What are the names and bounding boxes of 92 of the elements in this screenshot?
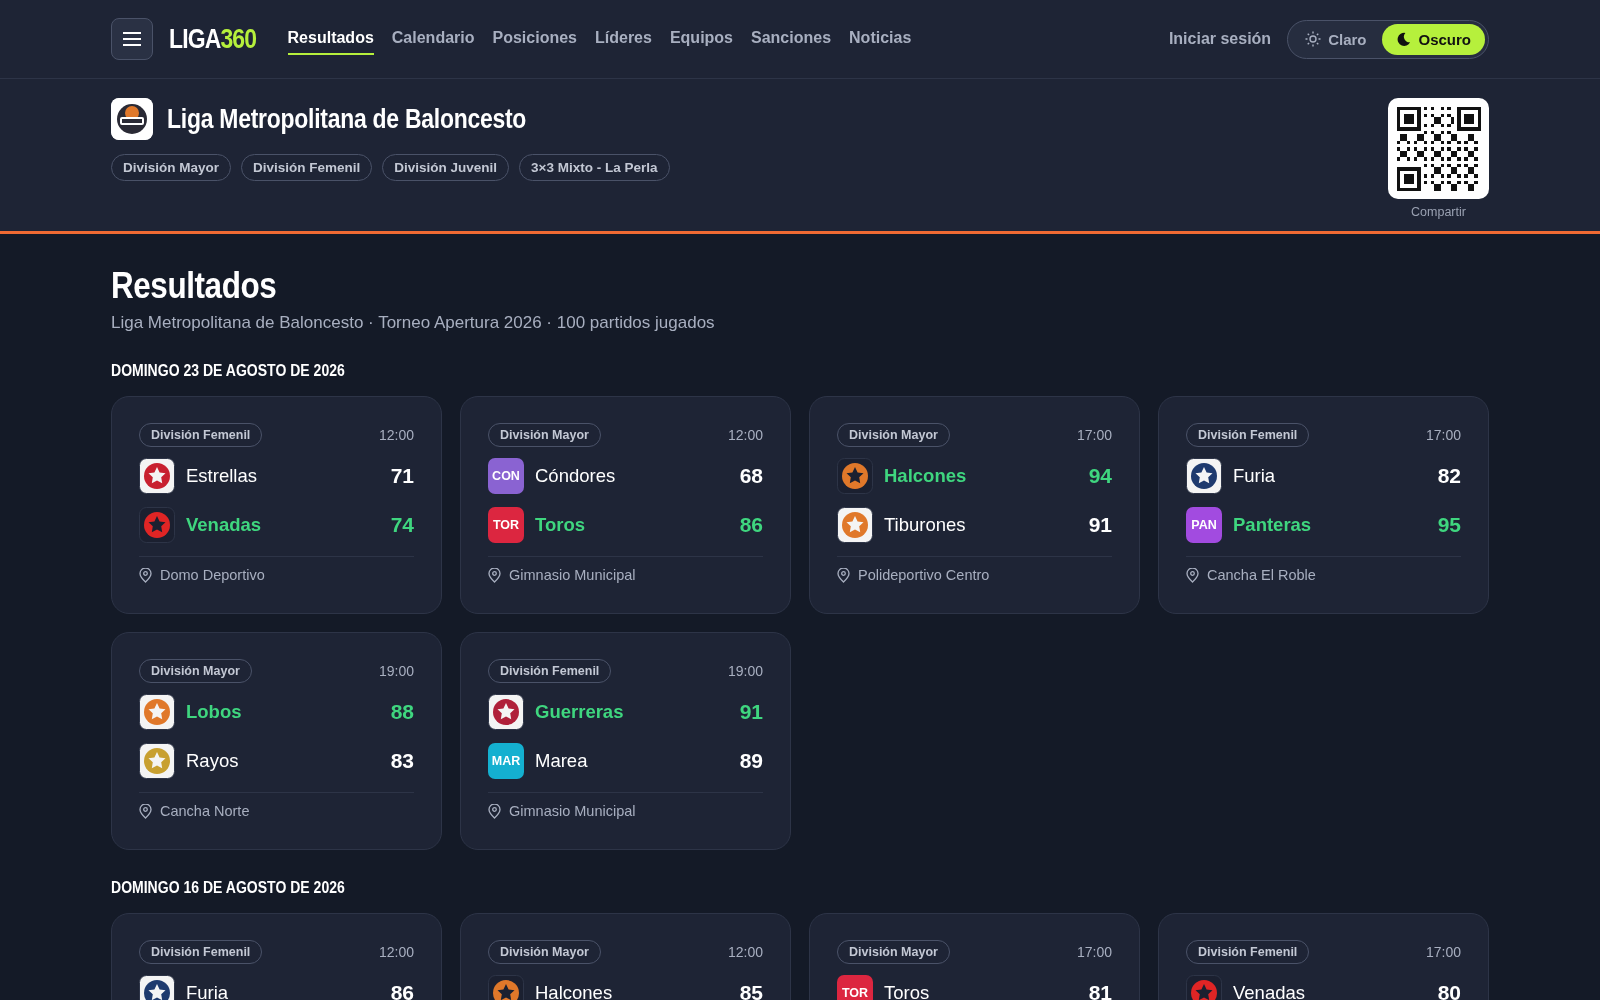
qr-code-icon xyxy=(1396,106,1481,191)
team-score: 89 xyxy=(739,748,763,773)
team-name: Rayos xyxy=(186,749,240,772)
team-name: Furia xyxy=(186,981,230,1000)
team-logo: MAR xyxy=(488,742,524,779)
match-time: 17:00 xyxy=(1076,944,1112,960)
nav-tab[interactable]: Equipos xyxy=(669,23,733,55)
match-time: 17:00 xyxy=(1425,944,1461,960)
sun-icon xyxy=(1305,31,1322,47)
theme-option[interactable]: Oscuro xyxy=(1382,23,1485,55)
match-card[interactable]: División Femenil 12:00 Estrellas 71 Venadas 74 Domo Deportivo xyxy=(111,396,442,614)
team-name: Lobos xyxy=(186,700,243,723)
date-heading: DOMINGO 23 DE AGOSTO DE 2026 xyxy=(111,361,345,380)
location-pin-icon xyxy=(139,567,152,583)
nav-tab[interactable]: Líderes xyxy=(595,23,652,55)
match-time: 17:00 xyxy=(1076,427,1112,443)
location-pin-icon xyxy=(837,567,850,583)
page-title: Resultados xyxy=(111,265,278,307)
match-card[interactable]: División Mayor 19:00 Lobos 88 Rayos 83 Cancha Norte xyxy=(111,632,442,850)
team-score: 88 xyxy=(390,699,414,724)
team-name: Venadas xyxy=(1233,981,1306,1000)
date-heading: DOMINGO 16 DE AGOSTO DE 2026 xyxy=(111,878,345,897)
team-score: 85 xyxy=(739,980,763,1000)
team-score: 81 xyxy=(1088,980,1112,1000)
team-score: 82 xyxy=(1437,463,1461,488)
match-card[interactable]: División Mayor 12:00 CON Cóndores 68 TOR Toros 86 Gimnasio Municipal xyxy=(460,396,791,614)
menu-icon xyxy=(123,32,141,46)
venue-label: Gimnasio Municipal xyxy=(509,803,636,819)
venue-label: Polideportivo Centro xyxy=(858,567,990,583)
location-pin-icon xyxy=(488,567,501,583)
nav-tab[interactable]: Noticias xyxy=(849,23,912,55)
match-time: 12:00 xyxy=(727,427,763,443)
match-time: 12:00 xyxy=(378,427,414,443)
location-pin-icon xyxy=(488,803,501,819)
team-score: 80 xyxy=(1437,980,1461,1000)
match-card[interactable]: División Femenil 17:00 Venadas 80 xyxy=(1158,913,1489,1000)
nav-tab[interactable]: Sanciones xyxy=(751,23,832,55)
team-score: 91 xyxy=(739,699,763,724)
nav-tab[interactable]: Calendario xyxy=(391,23,475,55)
nav-tab[interactable]: Posiciones xyxy=(492,23,577,55)
match-time: 19:00 xyxy=(378,663,414,679)
league-logo-icon xyxy=(111,98,153,140)
team-name: Estrellas xyxy=(186,464,258,487)
match-card[interactable]: División Mayor 17:00 Halcones 94 Tiburones 91 Polideportivo Centro xyxy=(809,396,1140,614)
match-time: 17:00 xyxy=(1425,427,1461,443)
moon-icon xyxy=(1396,31,1412,47)
team-score: 91 xyxy=(1088,512,1112,537)
match-card[interactable]: División Femenil 19:00 Guerreras 91 MAR Marea 89 Gimnasio Municipal xyxy=(460,632,791,850)
match-card[interactable]: División Femenil 12:00 Furia 86 xyxy=(111,913,442,1000)
match-time: 12:00 xyxy=(378,944,414,960)
location-pin-icon xyxy=(139,803,152,819)
team-name: Cóndores xyxy=(535,464,617,487)
menu-button[interactable] xyxy=(111,18,153,60)
venue-label: Cancha Norte xyxy=(160,803,250,819)
match-card[interactable]: División Mayor 17:00 TOR Toros 81 xyxy=(809,913,1140,1000)
team-logo: PAN xyxy=(1186,506,1222,543)
match-card[interactable]: División Femenil 17:00 Furia 82 PAN Panteras 95 Cancha El Roble xyxy=(1158,396,1489,614)
team-logo: TOR xyxy=(837,974,873,1000)
team-score: 83 xyxy=(390,748,414,773)
team-score: 86 xyxy=(390,980,414,1000)
venue-label: Cancha El Roble xyxy=(1207,567,1316,583)
team-name: Toros xyxy=(884,981,931,1000)
team-name: Furia xyxy=(1233,464,1277,487)
team-score: 71 xyxy=(390,463,414,488)
team-name: Halcones xyxy=(884,464,968,487)
brand-logo[interactable]: LIGA360 xyxy=(169,23,257,55)
venue-label: Domo Deportivo xyxy=(160,567,265,583)
team-score: 74 xyxy=(390,512,414,537)
team-score: 95 xyxy=(1437,512,1461,537)
team-logo: CON xyxy=(488,457,524,494)
league-title: Liga Metropolitana de Baloncesto xyxy=(167,103,527,135)
team-name: Toros xyxy=(535,513,587,536)
team-name: Marea xyxy=(535,749,589,772)
location-pin-icon xyxy=(1186,567,1199,583)
team-name: Halcones xyxy=(535,981,614,1000)
team-score: 94 xyxy=(1088,463,1112,488)
share-label[interactable]: Compartir xyxy=(1411,205,1466,219)
page-subtitle: Liga Metropolitana de Baloncesto · Torneo Apertura 2026 · 100 partidos jugados xyxy=(111,313,716,333)
match-card[interactable]: División Mayor 12:00 Halcones 85 xyxy=(460,913,791,1000)
team-name: Venadas xyxy=(186,513,263,536)
venue-label: Gimnasio Municipal xyxy=(509,567,636,583)
match-time: 12:00 xyxy=(727,944,763,960)
match-time: 19:00 xyxy=(727,663,763,679)
theme-option[interactable]: Claro xyxy=(1291,23,1381,55)
team-name: Guerreras xyxy=(535,700,625,723)
team-score: 68 xyxy=(739,463,763,488)
team-score: 86 xyxy=(739,512,763,537)
team-name: Tiburones xyxy=(884,513,967,536)
team-name: Panteras xyxy=(1233,513,1313,536)
nav-tab[interactable]: Resultados xyxy=(287,23,374,55)
team-logo: TOR xyxy=(488,506,524,543)
login-link[interactable]: Iniciar sesión xyxy=(1168,30,1272,48)
